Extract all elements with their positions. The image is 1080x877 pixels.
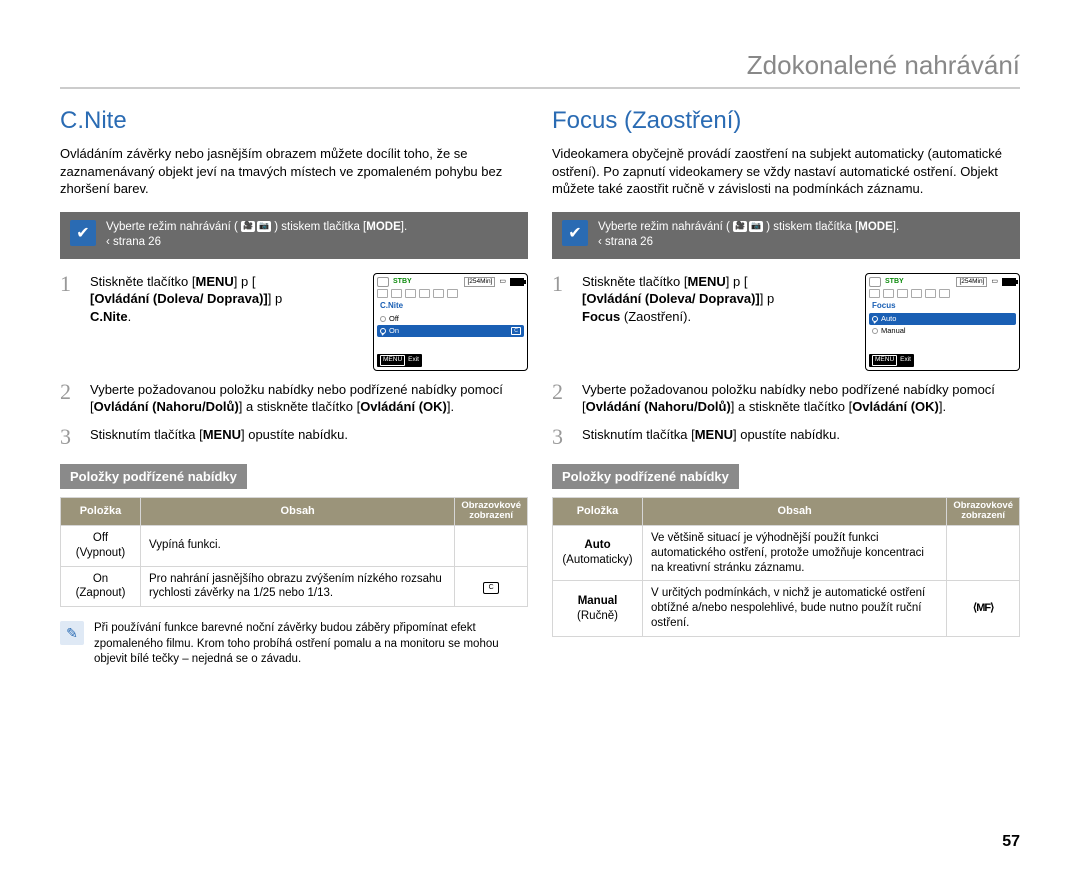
- check-icon: ✔: [70, 220, 96, 246]
- mode-hint-prefix: Vyberte režim nahrávání (: [598, 221, 730, 233]
- camera-screen-focus: STBY [254Min] ▭ Focus Auto Manual MENUEx…: [865, 273, 1020, 371]
- mode-btn-label: MODE: [858, 221, 893, 233]
- section-cnite: C.Nite Ovládáním závěrky nebo jasnějším …: [60, 107, 528, 668]
- note-icon: ✎: [60, 621, 84, 645]
- step-number-2: 2: [552, 381, 572, 416]
- mode-hint-box-left: ✔ Vyberte režim nahrávání ( 🎥📷 ) stiskem…: [60, 212, 528, 259]
- battery-icon: [510, 278, 524, 286]
- mode-hint-suffix: ) stiskem tlačítka [: [766, 221, 858, 233]
- screen-item-on-selected: OnC: [377, 325, 524, 337]
- card-icon: ▭: [499, 277, 506, 286]
- th-item: Položka: [61, 497, 141, 525]
- mode-hint-prefix: Vyberte režim nahrávání (: [106, 221, 238, 233]
- page-title: Zdokonalené nahrávání: [60, 50, 1020, 89]
- mode-btn-label: MODE: [366, 221, 401, 233]
- mode-hint-ref: ‹ strana 26: [598, 236, 653, 248]
- time-remaining: [254Min]: [464, 277, 495, 288]
- step3-text: Stisknutím tlačítka [MENU] opustíte nabí…: [90, 426, 528, 448]
- section-focus: Focus (Zaostření) Videokamera obyčejně p…: [552, 107, 1020, 668]
- step-number-2: 2: [60, 381, 80, 416]
- options-table-cnite: Položka Obsah Obrazovkovézobrazení Off(V…: [60, 497, 528, 608]
- screen-icon-row: [869, 289, 1016, 298]
- cnite-osd-icon: C: [511, 327, 521, 335]
- screen-icon-row: [377, 289, 524, 298]
- stby-label: STBY: [393, 277, 412, 286]
- heading-focus: Focus (Zaostření): [552, 107, 1020, 135]
- th-content: Obsah: [643, 497, 947, 525]
- intro-focus: Videokamera obyčejně provádí zaostření n…: [552, 145, 1020, 198]
- sub-heading-left: Položky podřízené nabídky: [60, 464, 247, 489]
- screen-exit-bar: MENUExit: [377, 354, 422, 367]
- table-row: Off(Vypnout) Vypíná funkci.: [61, 525, 528, 566]
- screen-exit-bar: MENUExit: [869, 354, 914, 367]
- video-icon: 🎥: [733, 221, 747, 232]
- sd-icon: [377, 277, 389, 287]
- mode-hint-end: ].: [401, 221, 407, 233]
- th-display: Obrazovkovézobrazení: [947, 497, 1020, 525]
- screen-item-off: Off: [377, 313, 524, 325]
- camera-screen-cnite: STBY [254Min] ▭ C.Nite Off OnC MENUExit: [373, 273, 528, 371]
- mode-icons: 🎥📷: [733, 221, 763, 232]
- manual-focus-icon: ⟨MF⟩: [973, 601, 993, 615]
- intro-cnite: Ovládáním závěrky nebo jasnějším obrazem…: [60, 145, 528, 198]
- battery-icon: [1002, 278, 1016, 286]
- step3-text: Stisknutím tlačítka [MENU] opustíte nabí…: [582, 426, 1020, 448]
- table-row: Auto(Automaticky) Ve většině situací je …: [553, 525, 1020, 581]
- step-number-1: 1: [552, 273, 572, 371]
- screen-menu-title: Focus: [869, 300, 1016, 313]
- mode-icons: 🎥📷: [241, 221, 271, 232]
- card-icon: ▭: [991, 277, 998, 286]
- options-table-focus: Položka Obsah Obrazovkovézobrazení Auto(…: [552, 497, 1020, 638]
- page-number: 57: [1002, 833, 1020, 851]
- step-number-3: 3: [60, 426, 80, 448]
- mode-hint-box-right: ✔ Vyberte režim nahrávání ( 🎥📷 ) stiskem…: [552, 212, 1020, 259]
- time-remaining: [254Min]: [956, 277, 987, 288]
- step1-text: Stiskněte tlačítko [MENU] p [ [Ovládání …: [90, 273, 363, 371]
- check-icon: ✔: [562, 220, 588, 246]
- sd-icon: [869, 277, 881, 287]
- sub-heading-right: Položky podřízené nabídky: [552, 464, 739, 489]
- th-item: Položka: [553, 497, 643, 525]
- th-display: Obrazovkovézobrazení: [455, 497, 528, 525]
- step-number-3: 3: [552, 426, 572, 448]
- mode-hint-suffix: ) stiskem tlačítka [: [274, 221, 366, 233]
- screen-menu-title: C.Nite: [377, 300, 524, 313]
- table-row: Manual(Ručně) V určitých podmínkách, v n…: [553, 581, 1020, 637]
- photo-icon: 📷: [257, 221, 271, 232]
- table-row: On(Zapnout) Pro nahrání jasnějšího obraz…: [61, 566, 528, 607]
- step2-text: Vyberte požadovanou položku nabídky nebo…: [582, 381, 1020, 416]
- note-text: Při používání funkce barevné noční závěr…: [94, 621, 528, 668]
- cnite-display-icon: C: [483, 582, 499, 594]
- step-number-1: 1: [60, 273, 80, 371]
- video-icon: 🎥: [241, 221, 255, 232]
- screen-item-auto-selected: Auto: [869, 313, 1016, 325]
- screen-item-manual: Manual: [869, 325, 1016, 337]
- th-content: Obsah: [141, 497, 455, 525]
- photo-icon: 📷: [749, 221, 763, 232]
- step2-text: Vyberte požadovanou položku nabídky nebo…: [90, 381, 528, 416]
- mode-hint-end: ].: [893, 221, 899, 233]
- stby-label: STBY: [885, 277, 904, 286]
- note-cnite: ✎ Při používání funkce barevné noční záv…: [60, 621, 528, 668]
- mode-hint-ref: ‹ strana 26: [106, 236, 161, 248]
- step1-text: Stiskněte tlačítko [MENU] p [ [Ovládání …: [582, 273, 855, 371]
- heading-cnite: C.Nite: [60, 107, 528, 135]
